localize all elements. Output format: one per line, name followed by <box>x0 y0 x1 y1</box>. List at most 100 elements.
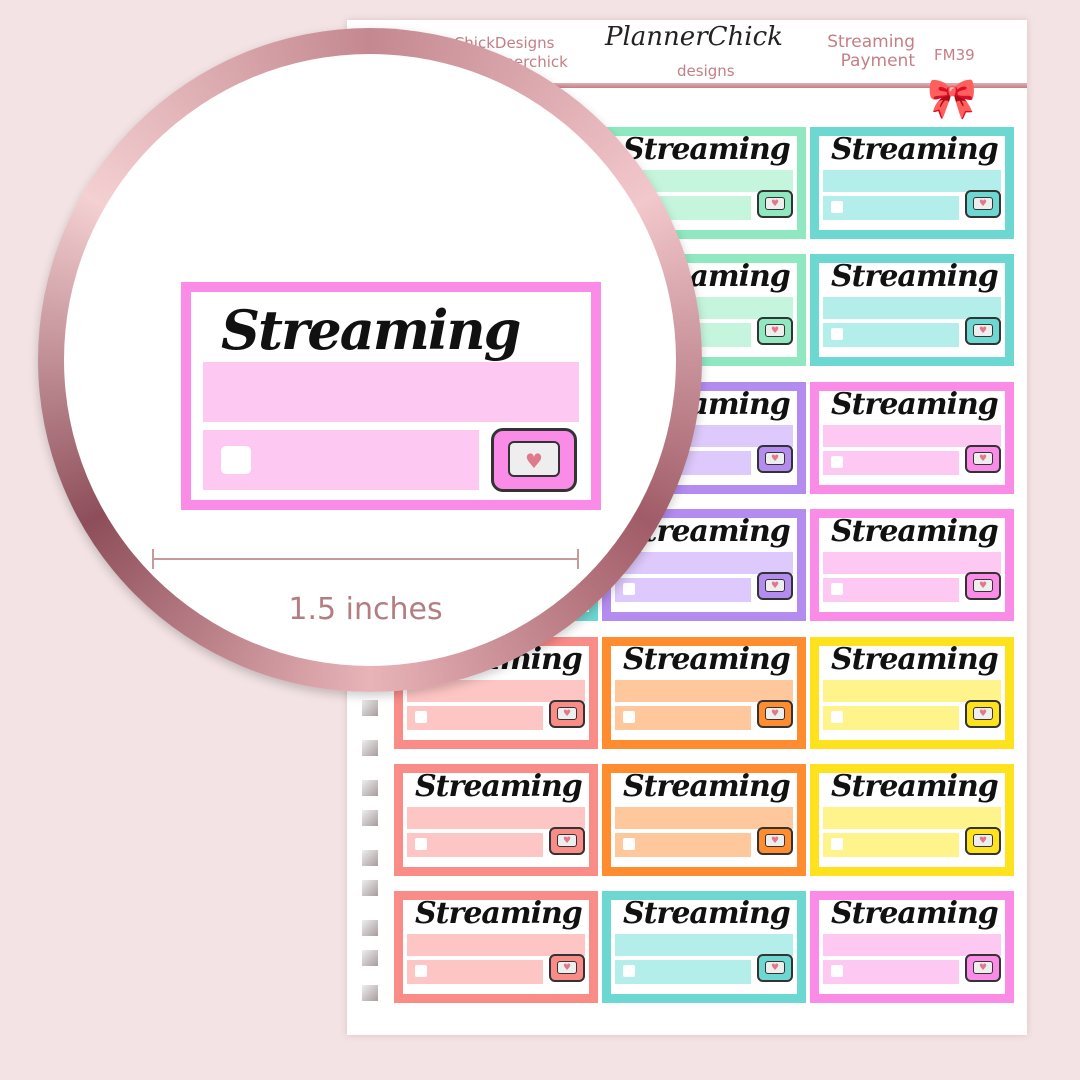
sticker-line <box>823 196 959 220</box>
heart-icon: ♥ <box>765 452 785 465</box>
tv-icon: ♥ <box>491 428 577 492</box>
logo-subtitle: designs <box>677 62 735 80</box>
checkbox-icon <box>831 456 843 468</box>
heart-icon: ♥ <box>973 579 993 592</box>
sticker-word: Streaming <box>623 132 791 167</box>
title-line-1: Streaming <box>827 32 915 52</box>
tv-icon: ♥ <box>549 700 585 728</box>
sticker-orange: Streaming ♥ <box>602 637 806 749</box>
sticker-teal: Streaming ♥ <box>602 891 806 1003</box>
checkbox-icon <box>221 446 251 474</box>
tv-icon: ♥ <box>549 954 585 982</box>
checkbox-icon <box>623 711 635 723</box>
bow-icon: 🎀 <box>927 76 977 122</box>
sticker-line <box>407 960 543 984</box>
sticker-word: Streaming <box>831 387 999 422</box>
sticker-line <box>823 833 959 857</box>
checkbox-icon <box>623 965 635 977</box>
tv-icon: ♥ <box>757 700 793 728</box>
checkbox-icon <box>831 583 843 595</box>
tv-icon: ♥ <box>965 317 1001 345</box>
tv-icon: ♥ <box>965 827 1001 855</box>
sticker-line <box>615 680 793 702</box>
sticker-line <box>823 934 1001 956</box>
sticker-word: Streaming <box>831 132 999 167</box>
sticker-line <box>407 934 585 956</box>
sticker-word: Streaming <box>623 896 791 931</box>
sticker-line <box>615 960 751 984</box>
sticker-line <box>823 425 1001 447</box>
product-code: FM39 <box>934 46 975 64</box>
tv-icon: ♥ <box>965 700 1001 728</box>
sticker-word: Streaming <box>831 259 999 294</box>
checkbox-icon <box>831 711 843 723</box>
sticker-line <box>615 833 751 857</box>
heart-icon: ♥ <box>557 707 577 720</box>
spacer-square <box>362 920 378 936</box>
checkbox-icon <box>415 711 427 723</box>
sticker-word: Streaming <box>831 642 999 677</box>
sticker-orange: Streaming ♥ <box>602 764 806 876</box>
sticker-word: Streaming <box>831 769 999 804</box>
heart-icon: ♥ <box>973 452 993 465</box>
heart-icon: ♥ <box>557 961 577 974</box>
spacer-square <box>362 985 378 1001</box>
measure-line <box>152 549 579 569</box>
sticker-line <box>823 680 1001 702</box>
sticker-salmon: Streaming ♥ <box>394 764 598 876</box>
spacer-square <box>362 950 378 966</box>
spacer-square <box>362 880 378 896</box>
sticker-line <box>823 960 959 984</box>
sticker-word: Streaming <box>221 298 521 362</box>
checkbox-icon <box>831 328 843 340</box>
sticker-teal: Streaming ♥ <box>810 254 1014 366</box>
sticker-word: Streaming <box>831 514 999 549</box>
tv-icon: ♥ <box>757 572 793 600</box>
heart-icon: ♥ <box>508 441 560 477</box>
sticker-pink: Streaming ♥ <box>810 891 1014 1003</box>
tv-icon: ♥ <box>965 445 1001 473</box>
heart-icon: ♥ <box>765 579 785 592</box>
sticker-word: Streaming <box>415 769 583 804</box>
heart-icon: ♥ <box>765 324 785 337</box>
tv-icon: ♥ <box>757 445 793 473</box>
sticker-line <box>823 552 1001 574</box>
sticker-word: Streaming <box>415 896 583 931</box>
sticker-line <box>203 430 479 490</box>
magnifier-inner: Streaming ♥ 1.5 inches <box>64 54 676 666</box>
sticker-teal: Streaming ♥ <box>810 127 1014 239</box>
sticker-yellow: Streaming ♥ <box>810 637 1014 749</box>
tv-icon: ♥ <box>757 190 793 218</box>
sticker-line <box>823 807 1001 829</box>
sticker-line <box>615 706 751 730</box>
sticker-line <box>615 578 751 602</box>
tv-icon: ♥ <box>757 317 793 345</box>
spacer-square <box>362 700 378 716</box>
tv-icon: ♥ <box>757 827 793 855</box>
sheet-title: Streaming Payment <box>805 33 915 71</box>
heart-icon: ♥ <box>765 961 785 974</box>
spacer-square <box>362 740 378 756</box>
sticker-line <box>407 706 543 730</box>
sticker-line <box>823 706 959 730</box>
sticker-line <box>823 170 1001 192</box>
sticker-line <box>615 552 793 574</box>
sticker-line <box>407 833 543 857</box>
spacer-square <box>362 810 378 826</box>
sticker-pink: Streaming ♥ <box>810 509 1014 621</box>
tv-icon: ♥ <box>965 572 1001 600</box>
heart-icon: ♥ <box>973 197 993 210</box>
sticker-word: Streaming <box>623 769 791 804</box>
tv-icon: ♥ <box>549 827 585 855</box>
zoom-magnifier: Streaming ♥ 1.5 inches <box>38 28 702 692</box>
measure-label: 1.5 inches <box>288 592 443 627</box>
sticker-line <box>407 807 585 829</box>
checkbox-icon <box>623 838 635 850</box>
checkbox-icon <box>623 583 635 595</box>
heart-icon: ♥ <box>557 834 577 847</box>
spacer-square <box>362 850 378 866</box>
checkbox-icon <box>415 838 427 850</box>
heart-icon: ♥ <box>765 834 785 847</box>
sticker-salmon: Streaming ♥ <box>394 891 598 1003</box>
checkbox-icon <box>831 838 843 850</box>
